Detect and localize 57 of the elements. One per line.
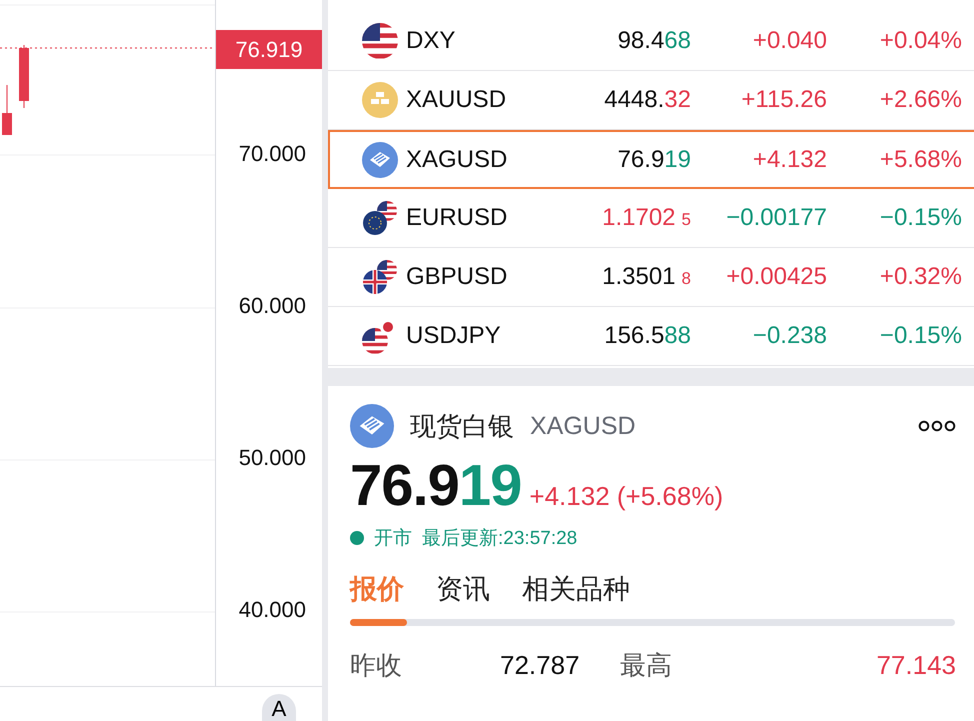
symbol-text: XAUUSD (406, 86, 508, 114)
percent-text: +2.66% (880, 86, 962, 114)
percent-text: −0.15% (880, 322, 962, 350)
stat-label: 最高 (620, 649, 673, 682)
instrument-name: 现货白银 (410, 410, 514, 442)
percent-text: −0.15% (880, 204, 962, 232)
watchlist-row[interactable]: USDJPY 156.588 −0.238 −0.15% (328, 307, 974, 366)
last-update: 最后更新:23:57:28 (422, 527, 578, 551)
price-text: 1.1702 5 (602, 204, 691, 232)
axis-label: 40.000 (238, 597, 306, 623)
tab[interactable]: 相关品种 (522, 571, 630, 607)
more-icon[interactable] (918, 420, 956, 432)
watchlist-row[interactable]: EURUSD 1.1702 5 −0.00177 −0.15% (328, 189, 974, 248)
tab-indicator (350, 619, 407, 626)
axis-label: 50.000 (238, 445, 306, 471)
bullion-icon (350, 404, 394, 448)
indicator-badge[interactable]: A (262, 694, 296, 721)
price-text: 1.3501 8 (602, 263, 691, 291)
symbol-text: USDJPY (406, 322, 502, 350)
ingot-icon (362, 82, 398, 118)
change-text: +115.26 (741, 86, 827, 114)
axis-label: 60.000 (238, 293, 306, 319)
watchlist-row[interactable]: DXY 98.468 +0.040 +0.04% (328, 12, 974, 71)
stat-label: 昨收 (350, 649, 403, 682)
watchlist-row[interactable]: XAUUSD 4448.32 +115.26 +2.66% (328, 71, 974, 130)
symbol-text: XAGUSD (406, 146, 508, 174)
uk-us-flags-icon (362, 259, 398, 295)
change-text: −0.238 (752, 322, 827, 350)
symbol-text: EURUSD (406, 204, 508, 232)
price-text: 156.588 (604, 322, 691, 350)
change-text: +0.00425 (726, 263, 827, 291)
percent-text: +5.68% (880, 146, 962, 174)
change-text: −0.00177 (726, 204, 827, 232)
us-flag-icon (362, 23, 398, 59)
percent-text: +0.04% (880, 27, 962, 55)
watchlist-row[interactable]: GBPUSD 1.3501 8 +0.00425 +0.32% (328, 248, 974, 307)
stat-value: 77.143 (876, 650, 956, 681)
last-price: 76.919 (350, 452, 522, 519)
axis-label: 70.000 (238, 141, 306, 167)
tab[interactable]: 资讯 (436, 571, 490, 607)
current-price-tag: 76.919 (216, 30, 322, 69)
bullion-icon (362, 142, 398, 178)
percent-text: +0.32% (880, 263, 962, 291)
eu-us-flags-icon (362, 200, 398, 236)
price-change: +4.132 (+5.68%) (529, 481, 724, 512)
status-dot (350, 531, 364, 545)
price-text: 98.468 (618, 27, 691, 55)
price-text: 4448.32 (604, 86, 691, 114)
symbol-text: DXY (406, 27, 456, 55)
watchlist-row[interactable]: XAGUSD 76.919 +4.132 +5.68% (328, 130, 974, 189)
change-text: +0.040 (752, 27, 827, 55)
stat-value: 72.787 (500, 650, 580, 681)
instrument-symbol: XAGUSD (530, 412, 637, 440)
change-text: +4.132 (752, 146, 827, 174)
price-text: 76.919 (618, 146, 691, 174)
symbol-text: GBPUSD (406, 263, 508, 291)
market-status: 开市 (374, 527, 412, 551)
